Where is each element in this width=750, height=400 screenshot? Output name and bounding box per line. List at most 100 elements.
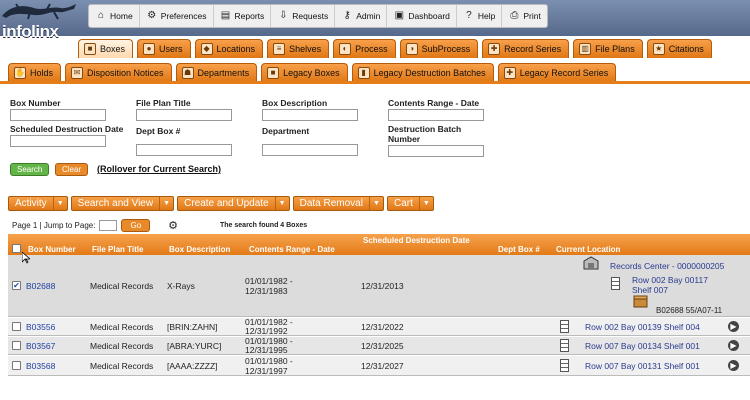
location-link[interactable]: Row 007 Bay 00134 Shelf 001 bbox=[585, 341, 700, 351]
header-scheduled-destruction[interactable]: Scheduled Destruction Date bbox=[363, 236, 483, 245]
tab-legacy-destruction-batches[interactable]: ▮ Legacy Destruction Batches bbox=[351, 63, 494, 82]
search-button[interactable]: Search bbox=[10, 163, 50, 176]
destruction-batch-input[interactable] bbox=[388, 145, 484, 157]
dept-box-field-group: Dept Box # bbox=[136, 126, 232, 156]
tab-file-plans[interactable]: ▥ File Plans bbox=[573, 39, 643, 58]
box-number-label: Box Number bbox=[10, 98, 61, 108]
nav-admin[interactable]: ⚷ Admin bbox=[335, 5, 388, 27]
arrow-right-circle-icon[interactable]: ▶ bbox=[728, 340, 739, 351]
department-label: Department bbox=[262, 126, 310, 136]
header-contents-range[interactable]: Contents Range - Date bbox=[249, 245, 335, 254]
export-icon[interactable]: ⚙ bbox=[168, 219, 178, 232]
go-button[interactable]: Go bbox=[121, 219, 151, 232]
location-shelf-line2[interactable]: Shelf 007 bbox=[632, 285, 668, 295]
search-result-count: The search found 4 Boxes bbox=[220, 222, 308, 229]
cart-dropdown[interactable]: Cart ▼ bbox=[386, 196, 434, 211]
nav-help[interactable]: ? Help bbox=[457, 5, 503, 27]
rollover-current-search-link[interactable]: (Rollover for Current Search) bbox=[97, 164, 221, 174]
tab-shelves[interactable]: ≡ Shelves bbox=[267, 39, 330, 58]
row-checkbox[interactable] bbox=[12, 341, 21, 350]
nav-preferences[interactable]: ⚙ Preferences bbox=[140, 5, 214, 27]
tab-departments[interactable]: ☗ Departments bbox=[175, 63, 258, 82]
box-number-link[interactable]: B02688 bbox=[26, 281, 55, 291]
table-row[interactable]: B03568 Medical Records [AAAA:ZZZZ] 01/01… bbox=[8, 356, 750, 376]
file-plan-title-input[interactable] bbox=[136, 109, 232, 121]
tab-legacy-record-series[interactable]: ✚ Legacy Record Series bbox=[497, 63, 617, 82]
tab-disposition-notices[interactable]: ✉ Disposition Notices bbox=[65, 63, 172, 82]
departments-icon: ☗ bbox=[181, 67, 194, 79]
nav-dashboard[interactable]: ▣ Dashboard bbox=[387, 5, 457, 27]
tab-legacy-boxes[interactable]: ■ Legacy Boxes bbox=[261, 63, 348, 82]
department-input[interactable] bbox=[262, 144, 358, 156]
file-plan-title-field-group: File Plan Title bbox=[136, 98, 232, 121]
process-icon: ◐ bbox=[339, 43, 352, 55]
box-number-link[interactable]: B03567 bbox=[26, 341, 55, 351]
help-icon: ? bbox=[466, 10, 472, 21]
box-icon: ■ bbox=[84, 43, 96, 55]
printer-icon: ⎙ bbox=[510, 10, 519, 21]
jump-to-page-input[interactable] bbox=[99, 220, 118, 231]
table-row[interactable]: ✔ B02688 Medical Records X-Rays 01/01/19… bbox=[8, 255, 750, 317]
box-description-input[interactable] bbox=[262, 109, 358, 121]
table-row[interactable]: B03567 Medical Records [ABRA:YURC] 01/01… bbox=[8, 336, 750, 355]
location-box-label: B02688 55/A07-11 bbox=[656, 306, 723, 315]
monitor-icon: ▣ bbox=[394, 10, 405, 21]
range-end-cell: 12/31/1983 bbox=[245, 286, 288, 296]
data-removal-dropdown[interactable]: Data Removal ▼ bbox=[292, 196, 384, 211]
contents-range-input[interactable] bbox=[388, 109, 484, 121]
header-current-location[interactable]: Current Location bbox=[556, 245, 620, 254]
header-box-description[interactable]: Box Description bbox=[169, 245, 230, 254]
nav-reports[interactable]: ▤ Reports bbox=[214, 5, 272, 27]
file-plan-title-cell: Medical Records bbox=[90, 341, 154, 351]
header-file-plan-title[interactable]: File Plan Title bbox=[92, 245, 143, 254]
row-checkbox[interactable] bbox=[12, 322, 21, 331]
row-checkbox[interactable]: ✔ bbox=[12, 281, 21, 290]
nav-home[interactable]: ⌂ Home bbox=[89, 5, 140, 27]
department-field-group: Department bbox=[262, 126, 358, 156]
box-number-link[interactable]: B03568 bbox=[26, 361, 55, 371]
key-icon: ⚷ bbox=[343, 10, 351, 21]
header-dept-box[interactable]: Dept Box # bbox=[498, 245, 540, 254]
box-number-input[interactable] bbox=[10, 109, 106, 121]
location-link[interactable]: Row 002 Bay 00139 Shelf 004 bbox=[585, 322, 700, 332]
create-and-update-dropdown[interactable]: Create and Update ▼ bbox=[177, 196, 290, 211]
box-number-link[interactable]: B03556 bbox=[26, 322, 55, 332]
tab-boxes[interactable]: ■ Boxes bbox=[78, 39, 134, 58]
clear-button[interactable]: Clear bbox=[55, 163, 89, 176]
header-box-number[interactable]: Box Number bbox=[28, 245, 76, 254]
disposition-icon: ✉ bbox=[71, 67, 84, 79]
nav-requests[interactable]: ⇩ Requests bbox=[271, 5, 336, 27]
search-and-view-dropdown[interactable]: Search and View ▼ bbox=[70, 196, 175, 211]
app-logo: infolinx WEB 3.2 bbox=[0, 0, 78, 58]
arrow-right-circle-icon[interactable]: ▶ bbox=[728, 321, 739, 332]
tab-process[interactable]: ◐ Process bbox=[333, 39, 396, 58]
location-link[interactable]: Row 007 Bay 00131 Shelf 001 bbox=[585, 361, 700, 371]
tab-citations[interactable]: ★ Citations bbox=[646, 39, 712, 58]
select-all-checkbox[interactable] bbox=[12, 244, 21, 253]
activity-dropdown[interactable]: Activity ▼ bbox=[8, 196, 68, 211]
scheduled-destruction-input[interactable] bbox=[10, 135, 106, 147]
tab-locations[interactable]: ◆ Locations bbox=[194, 39, 264, 58]
tab-holds[interactable]: ✋ Holds bbox=[8, 63, 62, 82]
tab-users[interactable]: ● Users bbox=[137, 39, 191, 58]
lizard-logo-icon bbox=[2, 3, 76, 20]
primary-tabs: ■ Boxes ● Users ◆ Locations ≡ Shelves ◐ Proce… bbox=[78, 39, 712, 58]
shelf-icon bbox=[560, 339, 569, 352]
file-plan-title-cell: Medical Records bbox=[90, 361, 154, 371]
shelf-icon bbox=[560, 359, 569, 372]
box-description-label: Box Description bbox=[262, 98, 328, 108]
range-start-cell: 01/01/1980 - bbox=[245, 356, 293, 366]
legacy-record-series-icon: ✚ bbox=[503, 67, 516, 79]
location-records-center-link[interactable]: Records Center - 0000000205 bbox=[610, 261, 724, 271]
scheduled-destruction-field-group: Scheduled Destruction Date bbox=[10, 124, 130, 147]
dept-box-input[interactable] bbox=[136, 144, 232, 156]
tab-record-series[interactable]: ✚ Record Series bbox=[482, 39, 570, 58]
row-checkbox[interactable] bbox=[12, 361, 21, 370]
nav-print[interactable]: ⎙ Print bbox=[502, 5, 546, 27]
file-plan-title-cell: Medical Records bbox=[90, 322, 154, 332]
location-shelf-link[interactable]: Row 002 Bay 00117 bbox=[632, 275, 708, 285]
tab-subprocess[interactable]: ◑ SubProcess bbox=[399, 39, 479, 58]
top-nav: ⌂ Home ⚙ Preferences ▤ Reports ⇩ Requests ⚷ A… bbox=[88, 4, 548, 28]
table-row[interactable]: B03556 Medical Records [BRIN:ZAHN] 01/01… bbox=[8, 317, 750, 336]
arrow-right-circle-icon[interactable]: ▶ bbox=[728, 360, 739, 371]
